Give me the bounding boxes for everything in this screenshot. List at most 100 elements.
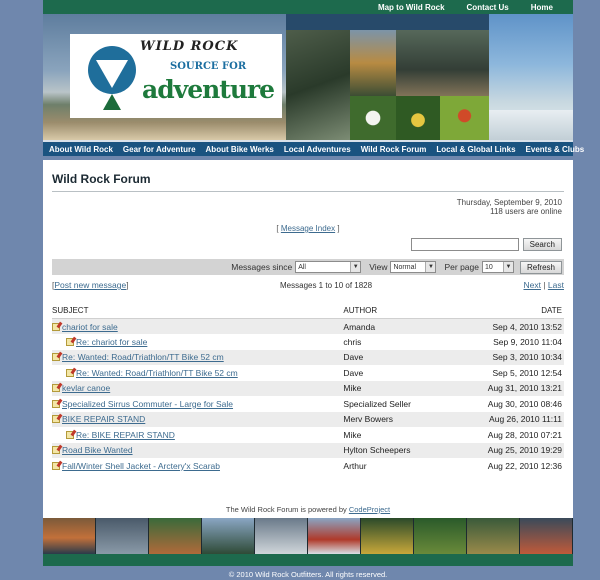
author-cell: Dave (343, 349, 445, 365)
nav-local-adventures[interactable]: Local Adventures (279, 145, 356, 154)
nav-gear-for-adventure[interactable]: Gear for Adventure (118, 145, 201, 154)
message-subject-link[interactable]: Re: Wanted: Road/Triathlon/TT Bike 52 cm (76, 368, 238, 378)
tree-logo-icon (103, 94, 121, 110)
footer-photo (96, 518, 149, 554)
message-subject-link[interactable]: Fall/Winter Shell Jacket - Arctery'x Sca… (62, 461, 220, 471)
author-cell: Mike (343, 380, 445, 396)
footer-photo (467, 518, 520, 554)
messages-since-select[interactable]: All ▼ (295, 261, 362, 273)
author-cell: chris (343, 336, 362, 347)
page-title: Wild Rock Forum (52, 172, 564, 192)
page-wrapper: Map to Wild Rock Contact Us Home WILD RO… (43, 0, 584, 580)
trillium-photo (350, 96, 396, 140)
search-button[interactable]: Search (522, 238, 562, 251)
refresh-button[interactable]: Refresh (519, 260, 562, 274)
subject-cell: Re: Wanted: Road/Triathlon/TT Bike 52 cm (52, 349, 344, 365)
cyclist-photo (286, 30, 350, 140)
author-cell: Amanda (343, 318, 445, 334)
subject-cell: BIKE REPAIR STAND (52, 411, 344, 427)
insect-photo (440, 96, 489, 140)
chevron-down-icon: ▼ (425, 262, 436, 272)
table-row: Re: BIKE REPAIR STAND Mike Aug 28, 2010 07… (52, 427, 564, 443)
nav-events-clubs[interactable]: Events & Clubs (521, 145, 590, 154)
message-count: Messages 1 to 10 of 1828 (280, 280, 373, 290)
per-page-value: 10 (484, 263, 493, 271)
subject-cell: chariot for sale (52, 318, 344, 334)
topnav-home-link[interactable]: Home (531, 3, 553, 12)
message-icon (52, 399, 60, 408)
subject-cell: Re: chariot for sale (52, 334, 343, 350)
topnav-contact-link[interactable]: Contact Us (467, 3, 509, 12)
footer-bar (43, 554, 573, 566)
table-row: Fall/Winter Shell Jacket - Arctery'x Sca… (52, 458, 564, 474)
footer-photo-strip (43, 518, 573, 554)
nav-about-wild-rock[interactable]: About Wild Rock (43, 145, 118, 154)
powered-by: The Wild Rock Forum is powered by CodePr… (52, 505, 564, 514)
header-banner: WILD ROCK SOURCE FOR adventure (43, 14, 573, 140)
message-subject-link[interactable]: Specialized Sirrus Commuter - Large for … (62, 399, 233, 409)
post-new-wrapper: [Post new message] (52, 280, 129, 290)
current-date: Thursday, September 9, 2010 (456, 198, 562, 207)
message-icon (52, 461, 60, 470)
author-cell: Hylton Scheepers (343, 442, 445, 458)
messages-table-body: chariot for sale Amanda Sep 4, 2010 13:52 R… (52, 318, 564, 474)
message-subject-link[interactable]: Re: chariot for sale (76, 337, 147, 347)
messages-table: SUBJECT AUTHOR DATE chariot for sale Aman… (52, 305, 564, 474)
per-page-label: Per page (444, 262, 479, 272)
message-subject-link[interactable]: kevlar canoe (62, 383, 110, 393)
last-page-link[interactable]: Last (548, 280, 564, 290)
nav-wild-rock-forum[interactable]: Wild Rock Forum (356, 145, 432, 154)
date-cell: Aug 26, 2010 11:11 (444, 411, 564, 427)
cyclists-group-photo (396, 30, 489, 96)
message-subject-link[interactable]: chariot for sale (62, 322, 118, 332)
mountain-logo-icon (88, 46, 136, 94)
date-cell: Aug 28, 2010 07:21 (487, 429, 562, 440)
subject-cell: Road Bike Wanted (52, 442, 344, 458)
subject-column-header: SUBJECT (52, 305, 344, 319)
message-subject-link[interactable]: Re: BIKE REPAIR STAND (76, 430, 175, 440)
search-input[interactable] (410, 238, 519, 251)
date-cell: Sep 3, 2010 10:34 (444, 349, 564, 365)
table-row: Specialized Sirrus Commuter - Large for … (52, 396, 564, 412)
message-icon (52, 446, 60, 455)
author-cell: Arthur (343, 460, 367, 471)
forum-content: Wild Rock Forum Thursday, September 9, 2… (43, 160, 573, 518)
top-navigation: Map to Wild Rock Contact Us Home (43, 0, 573, 14)
subject-cell: Re: BIKE REPAIR STAND (52, 427, 343, 443)
pager-row: [Post new message] Messages 1 to 10 of 1… (52, 279, 564, 291)
subject-cell: Fall/Winter Shell Jacket - Arctery'x Sca… (52, 458, 343, 474)
view-select[interactable]: Normal ▼ (390, 261, 437, 273)
bracket-close: ] (126, 280, 129, 290)
date-cell: Sep 4, 2010 13:52 (444, 318, 564, 334)
codeproject-link[interactable]: CodeProject (349, 505, 390, 514)
bracket-close: ] (335, 224, 340, 233)
message-subject-link[interactable]: Re: Wanted: Road/Triathlon/TT Bike 52 cm (62, 352, 224, 362)
table-row: Road Bike Wanted Hylton Scheepers Aug 25, … (52, 442, 564, 458)
date-cell: Aug 22, 2010 12:36 (487, 460, 562, 471)
date-cell: Sep 5, 2010 12:54 (492, 367, 562, 378)
author-cell: Mike (343, 429, 362, 440)
pager-separator: | (540, 280, 548, 290)
logo[interactable]: WILD ROCK SOURCE FOR adventure (70, 34, 282, 118)
copyright: © 2010 Wild Rock Outfitters. All rights … (228, 570, 388, 579)
per-page-select[interactable]: 10 ▼ (481, 261, 514, 273)
topnav-map-link[interactable]: Map to Wild Rock (378, 3, 445, 12)
subject-cell: kevlar canoe (52, 380, 344, 396)
users-online: 118 users are online (490, 207, 562, 216)
post-new-message-link[interactable]: Post new message (54, 280, 126, 290)
footer-photo (520, 518, 573, 554)
date-cell: Aug 31, 2010 13:21 (444, 380, 564, 396)
hiker-photo (350, 30, 396, 96)
message-subject-link[interactable]: Road Bike Wanted (62, 445, 133, 455)
footer-photo (255, 518, 308, 554)
author-cell: Merv Bowers (343, 411, 445, 427)
message-subject-link[interactable]: BIKE REPAIR STAND (62, 414, 145, 424)
table-row: Re: Wanted: Road/Triathlon/TT Bike 52 cm… (52, 349, 564, 365)
footer-photo (202, 518, 255, 554)
footer-photo (361, 518, 414, 554)
nav-about-bike-werks[interactable]: About Bike Werks (201, 145, 279, 154)
nav-local-global-links[interactable]: Local & Global Links (431, 145, 520, 154)
next-page-link[interactable]: Next (523, 280, 540, 290)
message-icon (52, 353, 60, 362)
message-index-link[interactable]: Message Index (281, 224, 335, 233)
